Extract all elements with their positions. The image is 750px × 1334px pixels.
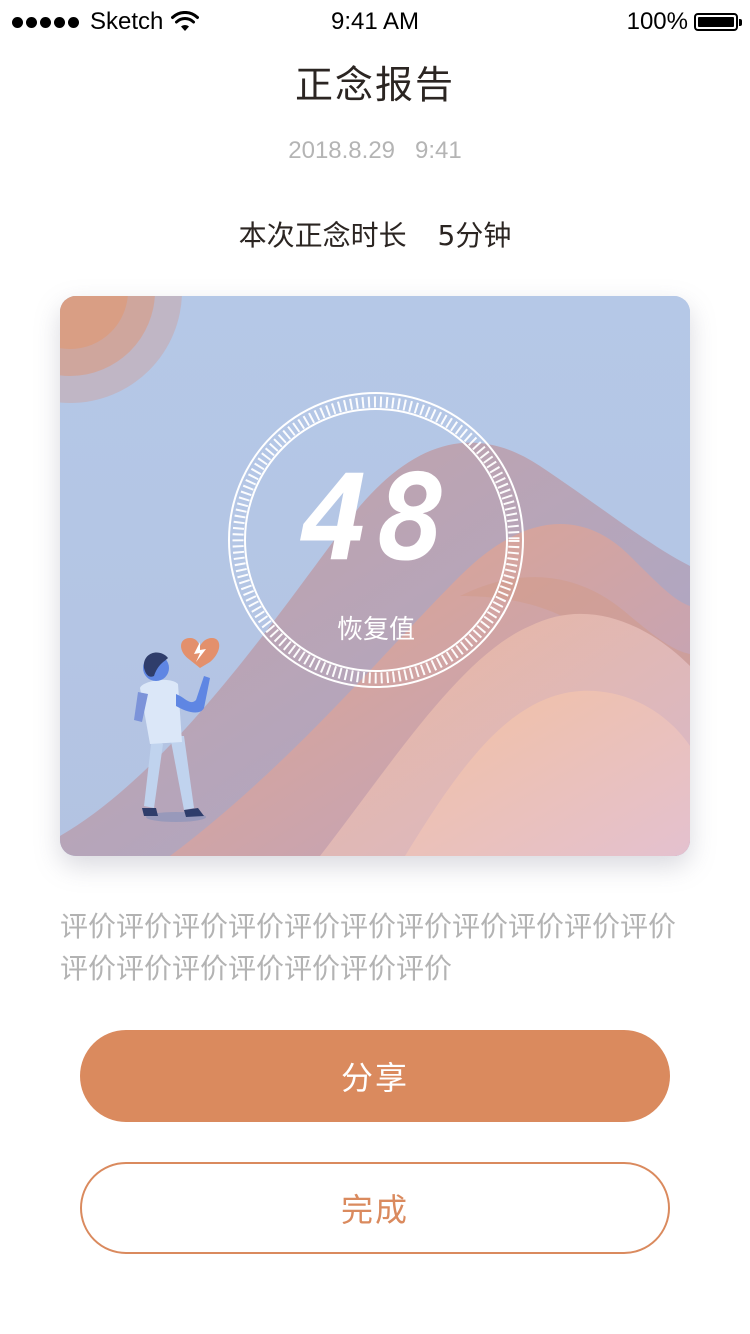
share-button[interactable]: 分享: [80, 1030, 670, 1122]
done-button-label: 完成: [340, 1191, 409, 1229]
recovery-score-label: 恢复值: [336, 615, 415, 645]
mindfulness-report-screen: Sketch 9:41 AM 100% 正念报告 2018.8.29 9:41 …: [0, 0, 750, 1334]
battery-icon: [694, 13, 742, 31]
share-button-label: 分享: [340, 1059, 409, 1097]
session-duration: 本次正念时长 5分钟: [0, 216, 750, 256]
done-button[interactable]: 完成: [80, 1162, 670, 1254]
duration-label: 本次正念时长: [238, 219, 407, 252]
battery-percentage: 100%: [626, 8, 688, 35]
report-date: 2018.8.29 9:41: [288, 137, 462, 164]
status-bar: Sketch 9:41 AM 100%: [0, 0, 750, 44]
status-right: 100%: [626, 6, 742, 38]
score-card: 48 恢复值: [60, 296, 690, 856]
page-title: 正念报告: [294, 63, 455, 107]
evaluation-text: 评价评价评价评价评价评价评价评价评价评价评价评价评价评价评价评价评价评价: [60, 910, 677, 985]
recovery-score-value: 48: [298, 449, 454, 587]
recovery-score-ring: 48 恢复值: [226, 394, 526, 694]
duration-value: 5分钟: [437, 219, 512, 252]
